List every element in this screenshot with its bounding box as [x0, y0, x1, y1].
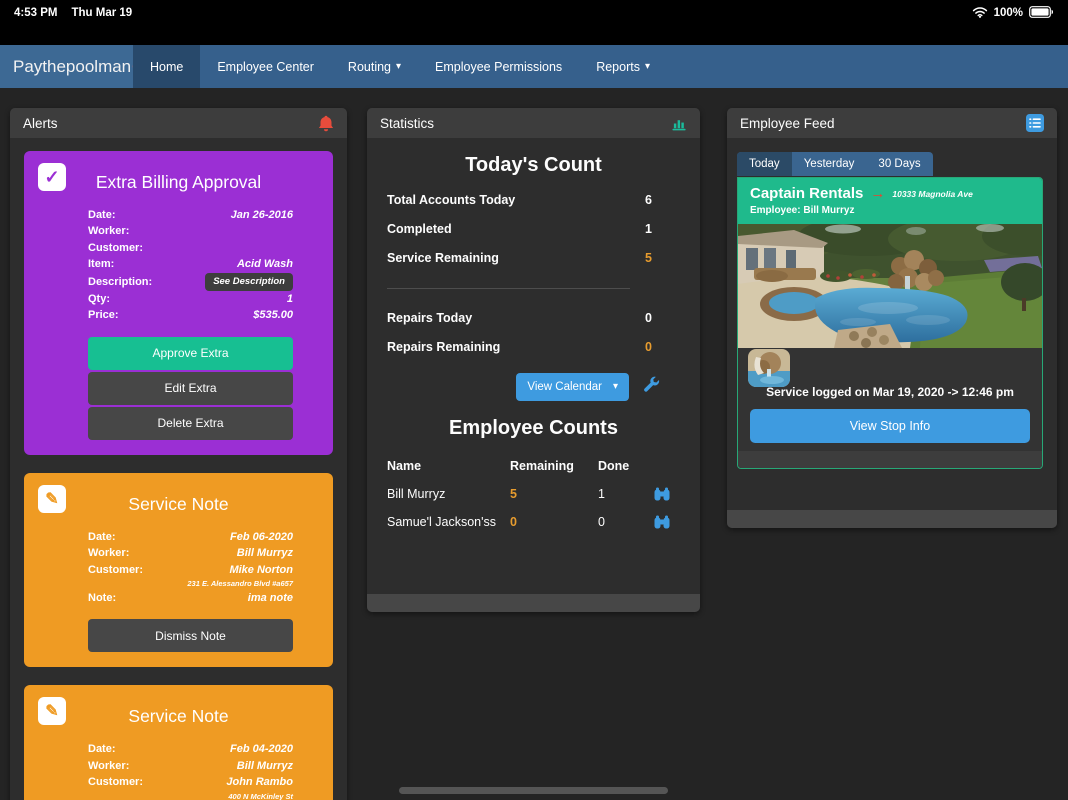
- employee-feed-panel: Employee Feed Today Yesterday 30 Days Ca…: [727, 108, 1057, 528]
- statistics-panel-footer: [367, 594, 700, 612]
- nav-item-employee-permissions[interactable]: Employee Permissions: [418, 45, 579, 88]
- field-row: Qty:1: [88, 291, 293, 307]
- employee-counts-table: Name Remaining Done Bill Murryz 5 1 Samu…: [387, 452, 680, 536]
- extra-billing-title: Extra Billing Approval: [24, 172, 333, 193]
- customer-address: 231 E. Alessandro Blvd #a657: [88, 578, 293, 590]
- customer-address: 400 N McKinley St: [88, 791, 293, 800]
- employee-counts-heading: Employee Counts: [367, 417, 700, 440]
- status-bar: 4:53 PM Thu Mar 19 100%: [0, 0, 1068, 26]
- checkbox-checked-icon[interactable]: ✓: [38, 163, 66, 191]
- extra-billing-card: ✓ Extra Billing Approval Date:Jan 26-201…: [24, 151, 333, 455]
- field-row: Date:Feb 06-2020: [88, 529, 293, 545]
- bar-chart-icon[interactable]: [672, 116, 687, 131]
- battery-percent: 100%: [994, 7, 1023, 19]
- nav-item-employee-center[interactable]: Employee Center: [200, 45, 331, 88]
- statistics-panel: Statistics Today's Count Total Accounts …: [367, 108, 700, 612]
- feed-stop-card: Captain Rentals → 10333 Magnolia Ave Emp…: [737, 177, 1043, 469]
- service-note-card: ✎ Service Note Date:Feb 06-2020 Worker:B…: [24, 473, 333, 668]
- stop-card-lower: Service logged on Mar 19, 2020 -> 12:46 …: [738, 348, 1042, 451]
- table-header-row: Name Remaining Done: [387, 452, 680, 480]
- status-date: Thu Mar 19: [71, 7, 132, 19]
- field-row: Price:$535.00: [88, 307, 293, 323]
- chevron-down-icon: ▾: [645, 62, 650, 72]
- tab-30-days[interactable]: 30 Days: [866, 152, 932, 176]
- tab-yesterday[interactable]: Yesterday: [792, 152, 867, 176]
- stat-row: Total Accounts Today6: [387, 193, 680, 222]
- field-row: Item:Acid Wash: [88, 256, 293, 272]
- alerts-panel: Alerts ✓ Extra Billing Approval Date:Jan…: [10, 108, 347, 800]
- alerts-panel-body: ✓ Extra Billing Approval Date:Jan 26-201…: [10, 138, 347, 800]
- stat-row: Repairs Remaining0: [387, 340, 680, 369]
- stat-row: Completed1: [387, 222, 680, 251]
- employee-feed-panel-body: Today Yesterday 30 Days Captain Rentals …: [727, 138, 1057, 510]
- field-row: Note:ima note: [88, 590, 293, 606]
- pencil-icon: ✎: [38, 697, 66, 725]
- field-row: Worker:Bill Murryz: [88, 545, 293, 561]
- service-photo-thumbnail[interactable]: [748, 349, 790, 387]
- nav-item-reports[interactable]: Reports ▾: [579, 45, 667, 88]
- brand-logo[interactable]: Paythepoolman+: [0, 45, 133, 88]
- service-note-card: ✎ Service Note Date:Feb 04-2020 Worker:B…: [24, 685, 333, 800]
- binoculars-icon[interactable]: [654, 515, 680, 529]
- nav-item-routing[interactable]: Routing ▾: [331, 45, 418, 88]
- dismiss-note-button[interactable]: Dismiss Note: [88, 619, 293, 652]
- stop-card-header: Captain Rentals → 10333 Magnolia Ave Emp…: [738, 178, 1042, 224]
- employee-feed-title: Employee Feed: [740, 116, 835, 131]
- binoculars-icon[interactable]: [654, 487, 680, 501]
- delete-extra-button[interactable]: Delete Extra: [88, 407, 293, 440]
- wrench-icon[interactable]: [643, 376, 660, 398]
- field-row: Date:Jan 26-2016: [88, 207, 293, 223]
- navbar: Paythepoolman+ Home Employee Center Rout…: [0, 45, 1068, 88]
- field-row: Customer:Mike Norton: [88, 562, 293, 578]
- tab-today[interactable]: Today: [737, 152, 792, 176]
- view-stop-info-button[interactable]: View Stop Info: [750, 409, 1030, 443]
- pencil-icon: ✎: [38, 485, 66, 513]
- table-row: Samue'l Jackson'ss 0 0: [387, 508, 680, 536]
- todays-count-heading: Today's Count: [367, 154, 700, 177]
- pool-photo[interactable]: [738, 224, 1042, 348]
- stop-employee: Employee: Bill Murryz: [750, 205, 1030, 216]
- stop-card-footer: [738, 451, 1042, 468]
- stat-row: Service Remaining5: [387, 251, 680, 280]
- employee-feed-panel-header: Employee Feed: [727, 108, 1057, 138]
- status-time: 4:53 PM: [14, 7, 57, 19]
- field-row: Worker:Bill Murryz: [88, 758, 293, 774]
- stat-row: Repairs Today0: [387, 311, 680, 340]
- wifi-icon: [972, 6, 988, 21]
- chevron-down-icon: ▾: [396, 62, 401, 72]
- view-calendar-button[interactable]: View Calendar ▾: [516, 373, 629, 401]
- service-note-title: Service Note: [24, 494, 333, 515]
- approve-extra-button[interactable]: Approve Extra: [88, 337, 293, 370]
- field-row: Description:See Description: [88, 273, 293, 291]
- battery-icon: [1029, 6, 1054, 21]
- table-row: Bill Murryz 5 1: [387, 480, 680, 508]
- feed-tabs: Today Yesterday 30 Days: [737, 152, 933, 176]
- chevron-down-icon: ▾: [613, 382, 618, 392]
- statistics-panel-body: Today's Count Total Accounts Today6 Comp…: [367, 138, 700, 594]
- arrow-right-icon: →: [870, 186, 885, 201]
- list-icon[interactable]: [1026, 114, 1044, 132]
- field-row: Worker:: [88, 223, 293, 239]
- main-content: Alerts ✓ Extra Billing Approval Date:Jan…: [0, 88, 1068, 800]
- bell-icon[interactable]: [318, 115, 334, 132]
- stop-customer-name: Captain Rentals: [750, 185, 863, 202]
- horizontal-scrollbar[interactable]: [399, 787, 668, 794]
- nav-item-home[interactable]: Home: [133, 45, 200, 88]
- alerts-panel-header: Alerts: [10, 108, 347, 138]
- service-logged-text: Service logged on Mar 19, 2020 -> 12:46 …: [738, 385, 1042, 399]
- statistics-panel-header: Statistics: [367, 108, 700, 138]
- statistics-title: Statistics: [380, 116, 434, 131]
- alerts-title: Alerts: [23, 116, 58, 131]
- see-description-badge[interactable]: See Description: [205, 273, 293, 291]
- service-note-title: Service Note: [24, 706, 333, 727]
- field-row: Customer:: [88, 240, 293, 256]
- employee-feed-panel-footer: [727, 510, 1057, 528]
- stop-address: 10333 Magnolia Ave: [892, 189, 972, 199]
- field-row: Date:Feb 04-2020: [88, 741, 293, 757]
- divider: [387, 288, 630, 289]
- edit-extra-button[interactable]: Edit Extra: [88, 372, 293, 405]
- field-row: Customer:John Rambo: [88, 774, 293, 790]
